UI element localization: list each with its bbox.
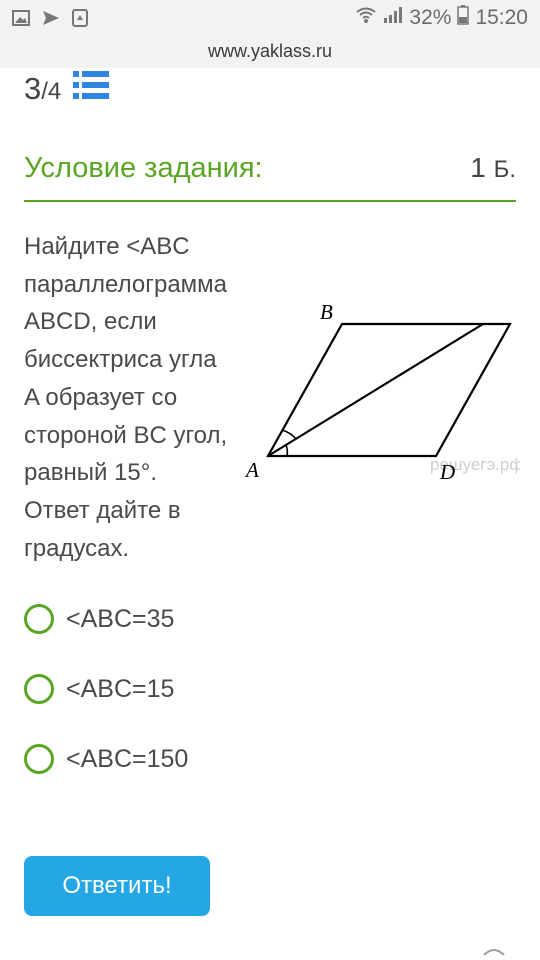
parallelogram-shape (266, 322, 512, 458)
question-line: A образует со (24, 383, 178, 411)
question-line: ABCD, если (24, 308, 157, 336)
answer-option[interactable]: <ABC=35 (24, 604, 174, 634)
radio-button[interactable] (24, 674, 54, 704)
parallelogram-figure: решуегэ.рф B A D (240, 290, 523, 490)
vertex-label-d: D (439, 460, 455, 484)
vertex-label-a: A (244, 458, 259, 482)
angle-arc-inner (285, 444, 289, 457)
answer-option[interactable]: <ABC=150 (24, 744, 188, 774)
angle-arc-outer (281, 429, 297, 440)
vertex-label-b: B (320, 300, 333, 324)
status-right: 32% 15:20 (355, 5, 528, 31)
bisector-line (267, 323, 484, 457)
image-icon (12, 10, 30, 31)
radio-button[interactable] (24, 744, 54, 774)
question-text: Найдите <ABC параллелограмма ABCD, если … (24, 228, 234, 567)
send-icon (42, 9, 60, 32)
task-points-value: 1 (470, 152, 486, 183)
question-line: равный 15°. (24, 459, 157, 487)
battery-icon (457, 5, 470, 31)
task-points-unit: Б. (493, 156, 516, 183)
task-progress: 3/4 (24, 70, 110, 108)
corner-partial-icon (482, 942, 506, 960)
status-left-icons (12, 9, 88, 32)
answer-label: <ABC=15 (66, 674, 175, 703)
recycle-icon (72, 9, 88, 32)
battery-percent: 32% (409, 6, 452, 29)
clock: 15:20 (475, 6, 528, 29)
signal-icon (383, 6, 403, 30)
answer-option[interactable]: <ABC=15 (24, 674, 174, 704)
status-bar: 32% 15:20 (0, 0, 540, 36)
radio-button[interactable] (24, 604, 54, 634)
question-line: Найдите <ABC (24, 233, 190, 260)
submit-button[interactable]: Ответить! (24, 856, 210, 916)
url-text: www.yaklass.ru (207, 41, 333, 61)
task-points: 1 Б. (470, 152, 516, 184)
question-line: градусах. (24, 534, 130, 562)
task-heading: Условие задания: 1 Б. (24, 148, 516, 202)
question-line: Ответ дайте в (24, 496, 181, 524)
answer-label: <ABC=150 (66, 744, 189, 773)
question-line: параллелограмма (24, 270, 228, 298)
list-icon[interactable] (73, 70, 110, 108)
question-line: стороной BC угол, (24, 421, 228, 449)
wifi-icon (355, 6, 377, 30)
progress-current: 3 (24, 71, 42, 106)
progress-total: /4 (41, 78, 62, 105)
answer-label: <ABC=35 (66, 604, 175, 633)
task-heading-title: Условие задания: (24, 152, 263, 184)
url-bar[interactable]: www.yaklass.ru (0, 36, 540, 68)
question-line: биссектриса угла (24, 346, 217, 374)
